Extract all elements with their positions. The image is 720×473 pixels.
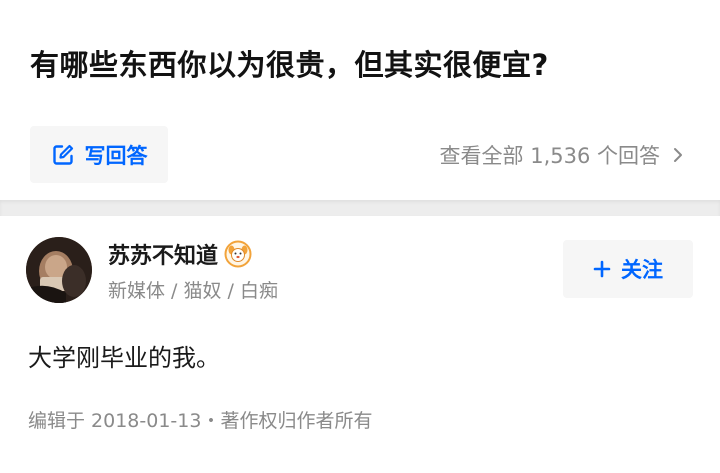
question-card: 有哪些东西你以为很贵，但其实很便宜? 写回答 查看全部 1,536 个回答 <box>0 0 720 200</box>
edit-square-icon <box>52 144 73 165</box>
dog-badge-icon <box>224 240 252 268</box>
answer-card: 苏苏不知道 新媒体 / 猫奴 / 白痴 关注 大学刚毕业的我。 编辑于 2018… <box>0 216 720 473</box>
chevron-right-icon <box>674 148 682 162</box>
author-name-row: 苏苏不知道 <box>108 238 252 270</box>
write-answer-label: 写回答 <box>84 143 148 168</box>
view-all-answers-link[interactable]: 查看全部 1,536 个回答 <box>440 140 684 170</box>
write-answer-button[interactable]: 写回答 <box>30 126 168 183</box>
author-headline: 新媒体 / 猫奴 / 白痴 <box>108 280 278 302</box>
question-title[interactable]: 有哪些东西你以为很贵，但其实很便宜? <box>30 42 549 84</box>
answer-content[interactable]: 大学刚毕业的我。 <box>28 338 220 373</box>
plus-icon <box>593 260 611 278</box>
follow-button[interactable]: 关注 <box>563 240 693 298</box>
avatar[interactable] <box>26 237 92 303</box>
author-name[interactable]: 苏苏不知道 <box>108 238 218 270</box>
follow-label: 关注 <box>621 258 663 282</box>
avatar-image <box>26 237 92 303</box>
answer-meta: 编辑于 2018-01-13・著作权归作者所有 <box>28 410 373 432</box>
section-divider <box>0 200 720 216</box>
view-all-label: 查看全部 1,536 个回答 <box>439 144 660 168</box>
